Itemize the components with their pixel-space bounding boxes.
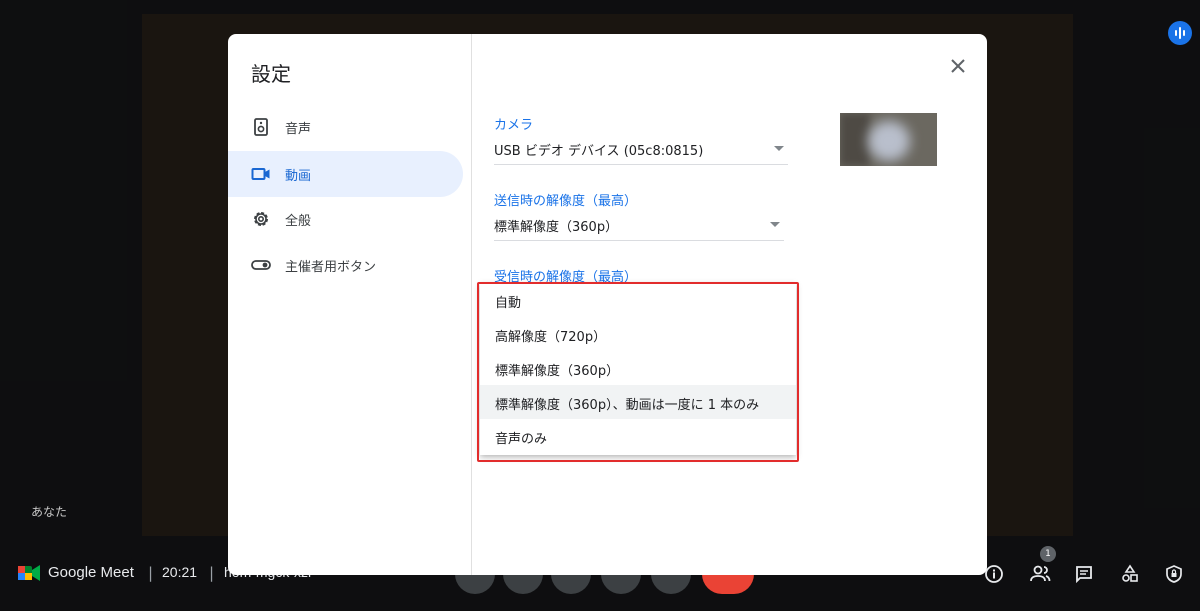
videocam-icon [251,168,270,180]
close-button[interactable] [944,52,972,80]
camera-label: カメラ [494,118,534,133]
option-label: 高解像度（720p） [495,330,607,345]
dropdown-arrow-icon [774,146,784,151]
participant-name-label: あなた [31,505,68,519]
toggle-icon [251,260,271,270]
chat-icon[interactable] [1072,562,1096,586]
send-resolution-value: 標準解像度（360p） [494,220,619,235]
settings-sidebar: 設定 音声 動画 全般 主催者用ボタン [228,34,472,575]
send-resolution-label: 送信時の解像度（最高） [494,194,638,209]
close-icon [951,59,965,73]
option-label: 自動 [495,296,522,311]
nav-item-video[interactable]: 動画 [228,151,463,197]
send-resolution-select[interactable]: 標準解像度（360p） [494,210,784,241]
dropdown-option[interactable]: 自動 [480,283,796,317]
dropdown-option[interactable]: 高解像度（720p） [480,317,796,351]
camera-preview [840,113,937,166]
separator: | [148,564,154,582]
speaker-icon [254,118,268,136]
app-name: Google Meet [48,564,134,581]
dropdown-option[interactable]: 標準解像度（360p） [480,351,796,385]
google-meet-logo-icon [18,565,40,581]
speaking-indicator-icon [1168,21,1192,45]
dropdown-option[interactable]: 標準解像度（360p）、動画は一度に 1 本のみ [480,385,796,419]
nav-item-label: 主催者用ボタン [285,260,377,275]
dropdown-arrow-icon [770,222,780,227]
meeting-time: 20:21 [162,564,198,580]
camera-select-value: USB ビデオ デバイス (05c8:0815) [494,144,704,159]
nav-item-general[interactable]: 全般 [228,196,463,242]
separator: | [209,564,215,582]
host-controls-icon[interactable] [1162,562,1186,586]
nav-item-label: 全般 [285,214,312,229]
nav-item-audio[interactable]: 音声 [228,104,463,150]
people-icon[interactable] [1028,562,1052,586]
nav-item-host-controls[interactable]: 主催者用ボタン [228,242,463,288]
people-count-badge: 1 [1040,546,1056,562]
option-label: 音声のみ [495,432,548,447]
nav-item-label: 動画 [285,169,312,184]
activities-icon[interactable] [1118,562,1142,586]
camera-select[interactable]: USB ビデオ デバイス (05c8:0815) [494,134,788,165]
option-label: 標準解像度（360p） [495,364,620,379]
dialog-title: 設定 [251,62,291,86]
option-label: 標準解像度（360p）、動画は一度に 1 本のみ [495,398,760,413]
dropdown-option[interactable]: 音声のみ [480,419,796,453]
gear-icon [254,212,268,226]
nav-item-label: 音声 [285,122,312,137]
receive-resolution-dropdown: 自動 高解像度（720p） 標準解像度（360p） 標準解像度（360p）、動画… [480,283,796,455]
